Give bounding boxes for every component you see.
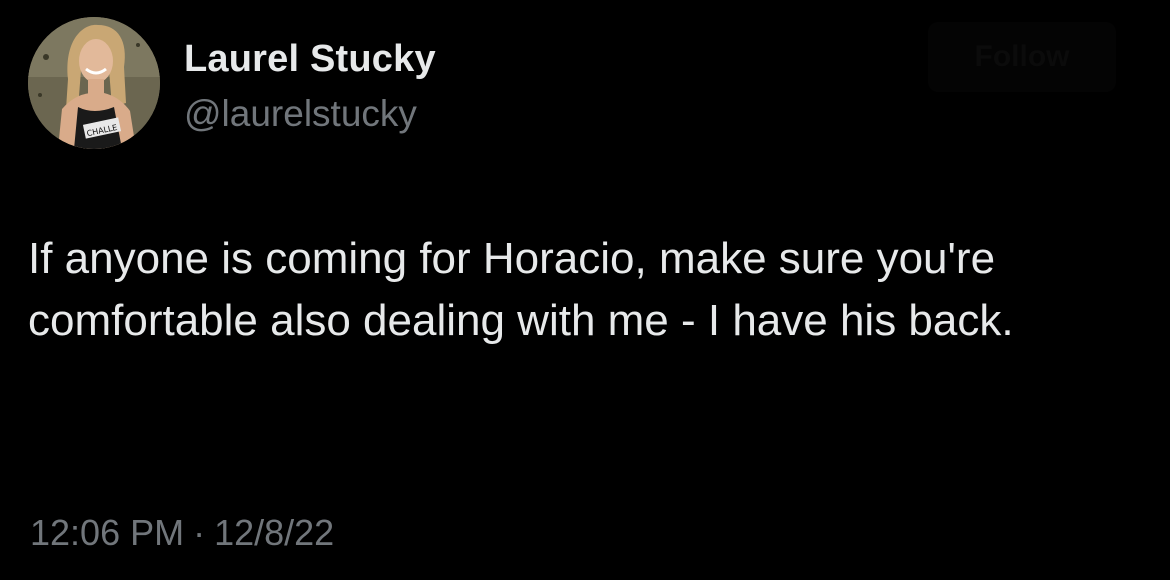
author-display-name[interactable]: Laurel Stucky [184, 38, 436, 81]
tweet-timestamp[interactable]: 12:06 PM · 12/8/22 [30, 512, 334, 554]
meta-separator: · [193, 512, 206, 553]
tweet-date: 12/8/22 [214, 512, 335, 553]
tweet-text: If anyone is coming for Horacio, make su… [28, 234, 1014, 345]
author-handle[interactable]: @laurelstucky [184, 93, 417, 135]
tweet-card: CHALLE Laurel Stucky @laurelstucky Follo… [0, 0, 1170, 580]
author-avatar[interactable]: CHALLE [28, 17, 160, 149]
follow-button[interactable]: Follow [928, 22, 1116, 92]
profile-photo-icon: CHALLE [28, 17, 160, 149]
tweet-time: 12:06 PM [30, 512, 185, 553]
